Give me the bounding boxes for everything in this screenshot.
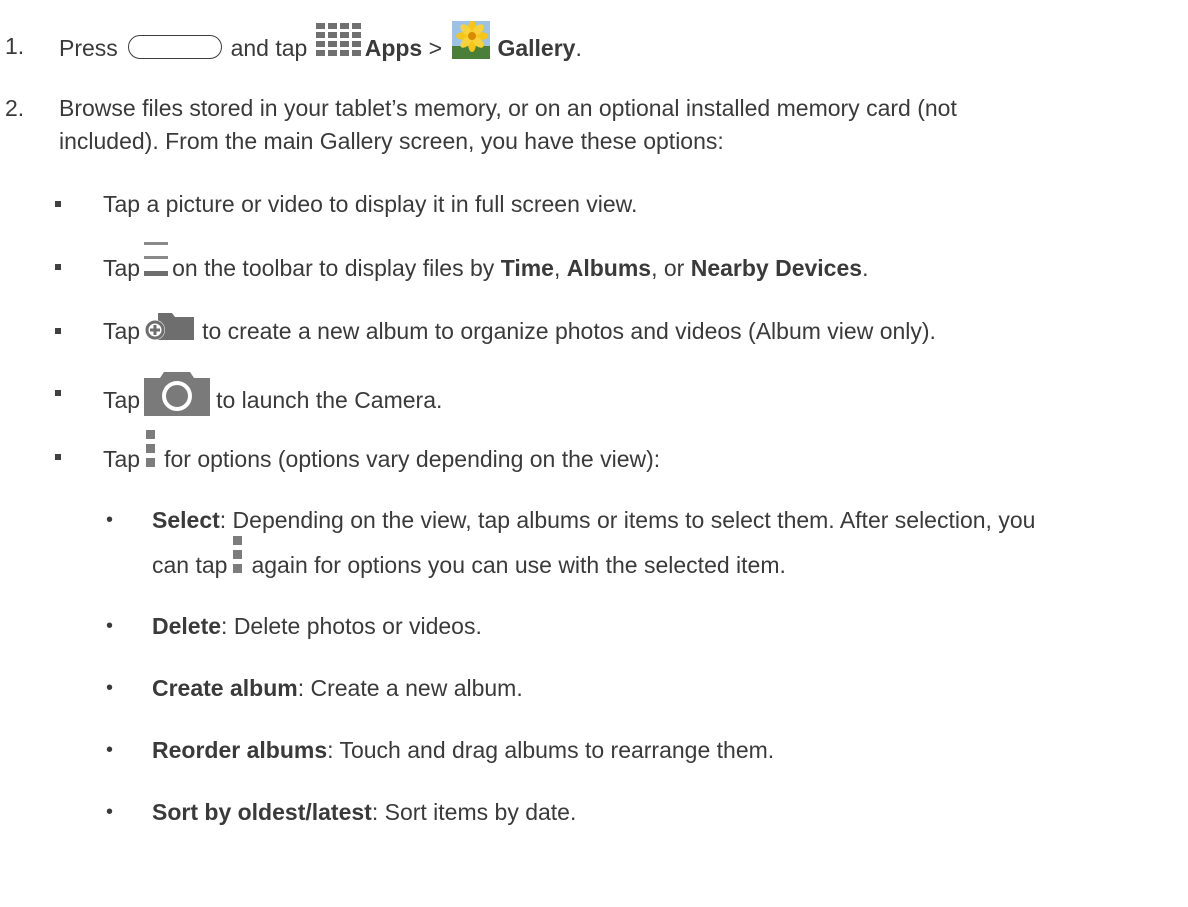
step-text: Press and tap Apps > Gallery.	[59, 21, 582, 69]
round-bullet: •	[106, 615, 114, 637]
round-bullet: •	[106, 739, 114, 761]
bullet-text: Tap for options (options vary depending …	[103, 430, 660, 480]
bullet-text: Tap to create a new album to organize ph…	[103, 312, 936, 349]
camera-icon	[144, 368, 211, 416]
square-bullet	[55, 328, 61, 334]
document-page: { "step1": { "num": "1.", "press": "Pres…	[0, 0, 1188, 907]
sub-bullet-text: Select: Depending on the view, tap album…	[152, 507, 1036, 533]
square-bullet	[55, 201, 61, 207]
square-bullet	[55, 264, 61, 270]
step-text-line-1: Browse files stored in your tablet’s mem…	[59, 95, 957, 121]
hamburger-menu-icon	[144, 242, 169, 278]
round-bullet: •	[106, 509, 114, 531]
gallery-icon	[452, 21, 491, 59]
square-bullet	[55, 390, 61, 396]
bullet-text: Tap on the toolbar to display files by T…	[103, 242, 868, 288]
sub-bullet-text: can tap again for options you can use wi…	[152, 536, 786, 586]
apps-grid-icon	[315, 23, 361, 57]
square-bullet	[55, 454, 61, 460]
sub-bullet-text: Reorder albums: Touch and drag albums to…	[152, 737, 775, 763]
round-bullet: •	[106, 677, 114, 699]
sub-bullet-text: Sort by oldest/latest: Sort items by dat…	[152, 799, 577, 825]
bullet-text: Tap a picture or video to display it in …	[103, 191, 638, 217]
step-number: 2.	[5, 95, 25, 121]
round-bullet: •	[106, 801, 114, 823]
overflow-menu-icon	[233, 536, 243, 574]
bullet-text: Tap to launch the Camera.	[103, 372, 442, 426]
overflow-menu-icon	[146, 430, 156, 468]
step-number: 1.	[5, 33, 25, 59]
new-album-icon	[144, 310, 196, 342]
home-button-icon	[128, 35, 223, 59]
sub-bullet-text: Create album: Create a new album.	[152, 675, 523, 701]
sub-bullet-text: Delete: Delete photos or videos.	[152, 613, 482, 639]
step-text-line-2: included). From the main Gallery screen,…	[59, 128, 724, 154]
